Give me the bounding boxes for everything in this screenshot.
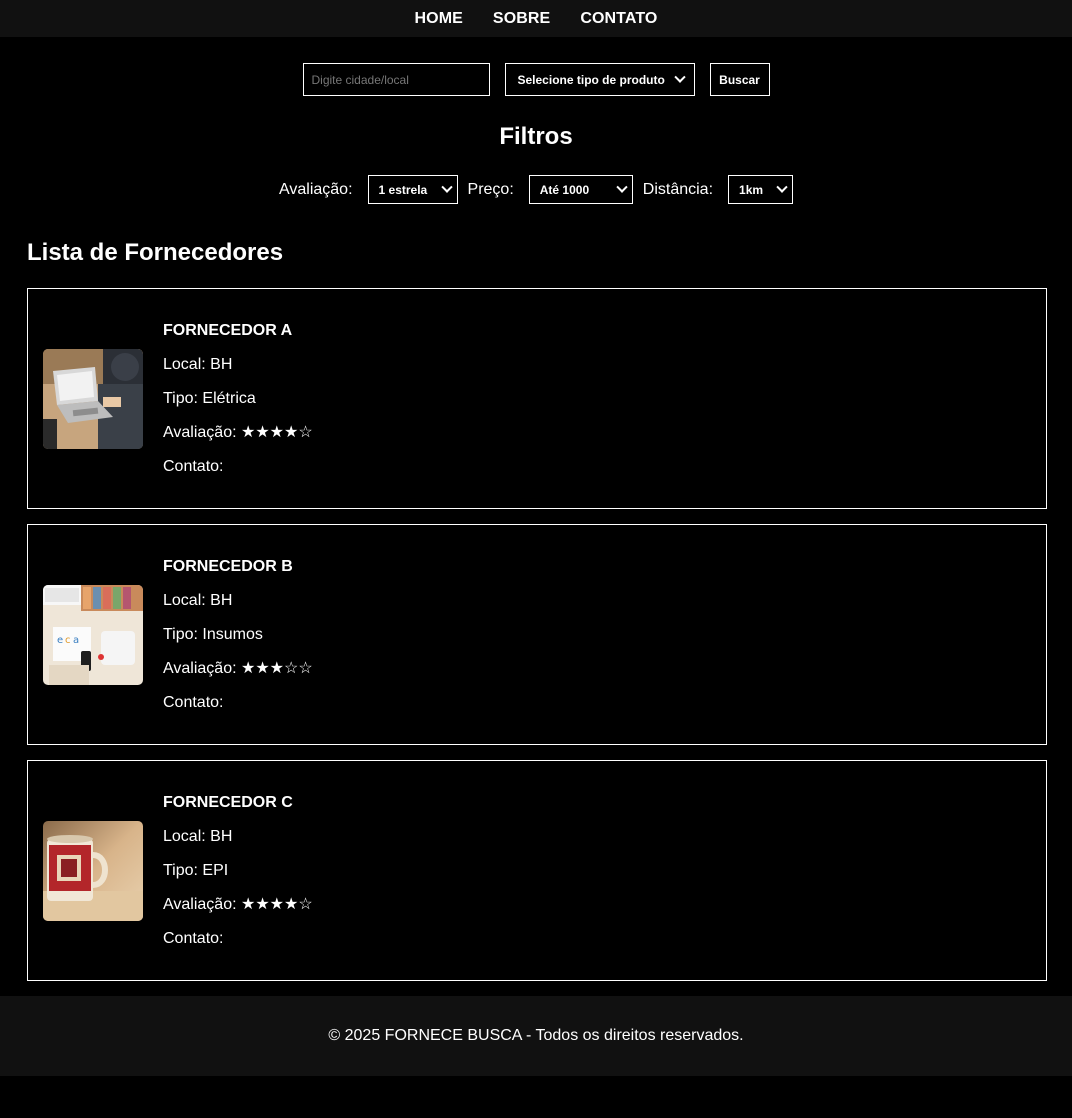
nav-sobre-link[interactable]: SOBRE: [493, 10, 550, 28]
supplier-local: Local: BH: [163, 827, 233, 845]
distance-filter-select[interactable]: 1km: [728, 175, 794, 204]
supplier-type: Tipo: Elétrica: [163, 389, 256, 407]
supplier-rating: Avaliação: ★★★★☆: [163, 895, 313, 913]
supplier-info: FORNECEDOR C Local: BH Tipo: EPI Avaliaç…: [163, 793, 313, 947]
distance-filter-value: 1km: [739, 182, 764, 197]
rating-filter-select[interactable]: 1 estrela: [367, 175, 458, 204]
supplier-name: FORNECEDOR A: [163, 321, 293, 339]
supplier-card: e c a FORNECEDOR B Local: BH Tipo: Insum…: [27, 524, 1047, 745]
svg-text:c: c: [65, 635, 71, 646]
filters-row: Avaliação: 1 estrela Preço: Até 1000 Dis…: [0, 175, 1072, 204]
supplier-name: FORNECEDOR C: [163, 793, 293, 811]
supplier-rating: Avaliação: ★★★☆☆: [163, 659, 313, 677]
svg-text:a: a: [73, 635, 79, 646]
supplier-card: FORNECEDOR C Local: BH Tipo: EPI Avaliaç…: [27, 760, 1047, 981]
mug-photo: [43, 820, 143, 921]
chevron-down-icon: [440, 181, 453, 193]
chevron-down-icon: [616, 181, 628, 193]
chevron-down-icon: [776, 181, 788, 193]
supplier-contact: Contato:: [163, 457, 224, 475]
supplier-local: Local: BH: [163, 591, 233, 609]
supplier-rating: Avaliação: ★★★★☆: [163, 423, 313, 441]
filters-title: Filtros: [499, 123, 573, 150]
supplier-info: FORNECEDOR B Local: BH Tipo: Insumos Ava…: [163, 557, 313, 711]
product-type-select-value: Selecione tipo de produto: [517, 72, 665, 87]
nav-contato-link[interactable]: CONTATO: [580, 10, 657, 28]
supplier-name: FORNECEDOR B: [163, 557, 293, 575]
supplier-list-title: Lista de Fornecedores: [27, 239, 284, 266]
supplier-list: FORNECEDOR A Local: BH Tipo: Elétrica Av…: [0, 288, 1072, 981]
footer-copyright: © 2025 FORNECE BUSCA - Todos os direitos…: [328, 1027, 744, 1044]
search-bar: Selecione tipo de produto Buscar: [0, 63, 1072, 96]
laptop-photo: [43, 348, 143, 449]
price-filter-value: Até 1000: [539, 182, 590, 197]
search-button[interactable]: Buscar: [709, 63, 770, 96]
top-nav: HOME SOBRE CONTATO: [0, 0, 1072, 37]
product-type-select[interactable]: Selecione tipo de produto: [504, 63, 695, 96]
page-footer: © 2025 FORNECE BUSCA - Todos os direitos…: [0, 996, 1072, 1076]
supplier-contact: Contato:: [163, 693, 224, 711]
rating-filter-label: Avaliação:: [278, 180, 353, 198]
svg-text:e: e: [57, 635, 63, 646]
price-filter-label: Preço:: [467, 180, 514, 198]
supplier-type: Tipo: Insumos: [163, 625, 263, 643]
supplier-local: Local: BH: [163, 355, 233, 373]
chevron-down-icon: [673, 71, 686, 83]
rating-filter-value: 1 estrela: [378, 182, 428, 197]
distance-filter-label: Distância:: [642, 180, 714, 198]
price-filter-select[interactable]: Até 1000: [528, 175, 633, 204]
location-search-input[interactable]: [302, 63, 490, 96]
supplier-info: FORNECEDOR A Local: BH Tipo: Elétrica Av…: [163, 321, 313, 475]
desk-supplies-photo: e c a: [43, 584, 143, 685]
supplier-card: FORNECEDOR A Local: BH Tipo: Elétrica Av…: [27, 288, 1047, 509]
supplier-type: Tipo: EPI: [163, 861, 229, 879]
nav-home-link[interactable]: HOME: [415, 10, 463, 28]
supplier-contact: Contato:: [163, 929, 224, 947]
